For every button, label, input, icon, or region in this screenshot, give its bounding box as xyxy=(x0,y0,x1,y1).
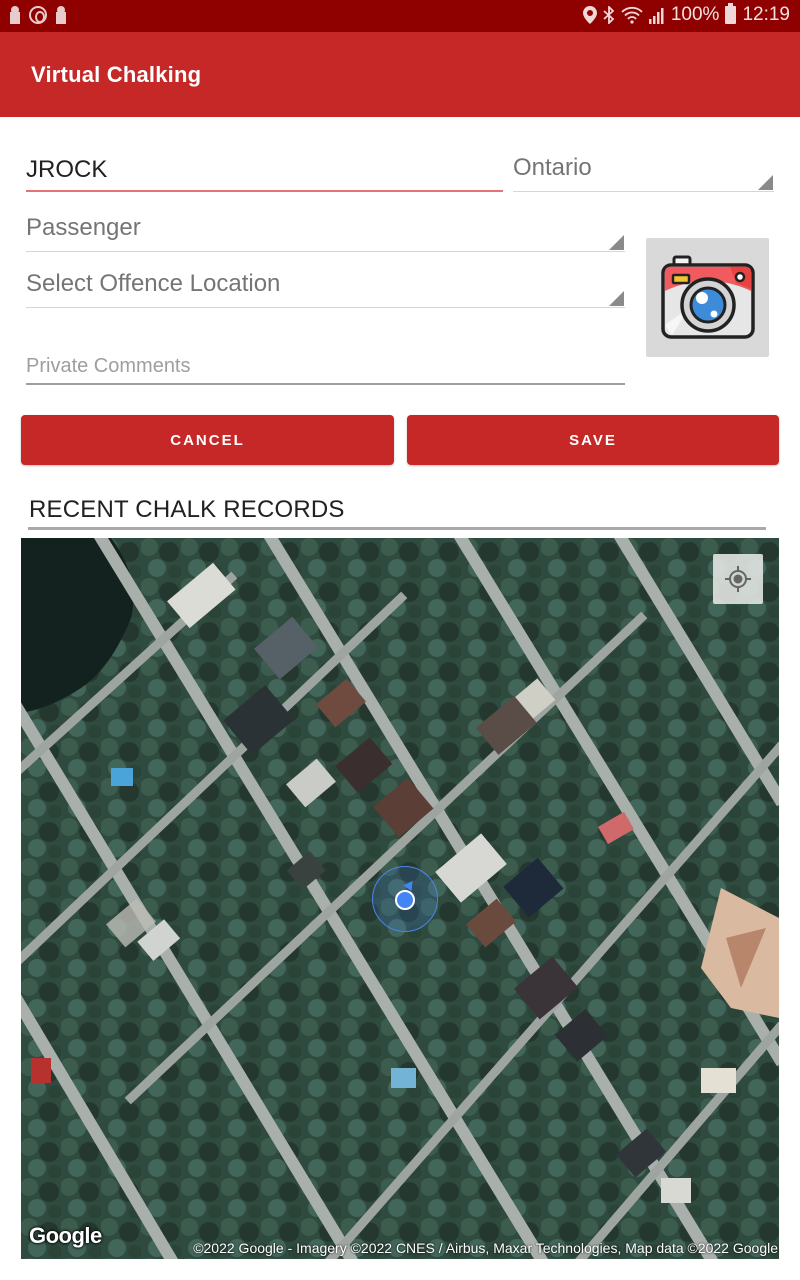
plate-number-underline xyxy=(26,190,503,192)
status-right-icons: 100% 12:19 xyxy=(582,3,790,26)
dropdown-triangle-icon xyxy=(609,235,624,250)
plate-type-dropdown[interactable]: Passenger xyxy=(26,210,625,252)
google-logo: Google xyxy=(29,1223,102,1248)
private-comments-underline xyxy=(26,383,625,385)
private-comments-input[interactable]: Private Comments xyxy=(26,350,625,385)
battery-percent: 100% xyxy=(670,4,720,25)
cancel-button[interactable]: CANCEL xyxy=(21,415,394,465)
offence-location-selected: Select Offence Location xyxy=(26,270,281,297)
camera-icon xyxy=(660,255,755,339)
cell-signal-icon xyxy=(648,8,664,24)
app-title: Virtual Chalking xyxy=(31,62,202,87)
dropdown-triangle-icon xyxy=(609,291,624,306)
status-left-icons xyxy=(10,6,66,24)
recent-chalk-records-title: RECENT CHALK RECORDS xyxy=(29,496,345,523)
clock: 12:19 xyxy=(742,4,790,25)
my-location-dot xyxy=(395,890,415,910)
dropdown-triangle-icon xyxy=(758,175,773,190)
map-attribution[interactable]: ©2022 Google - Imagery ©2022 CNES / Airb… xyxy=(193,1240,778,1256)
camera-button[interactable] xyxy=(646,238,769,357)
province-underline xyxy=(513,191,774,192)
offence-location-underline xyxy=(26,307,625,308)
app-bar: Virtual Chalking xyxy=(0,32,800,117)
bluetooth-icon xyxy=(603,6,615,24)
wifi-icon xyxy=(621,6,643,24)
status-bar: 100% 12:19 xyxy=(0,0,800,32)
satellite-map[interactable]: Google ©2022 Google - Imagery ©2022 CNES… xyxy=(21,538,779,1259)
keyhole-icon xyxy=(10,6,20,24)
province-dropdown[interactable]: Ontario xyxy=(513,150,774,192)
my-location-icon xyxy=(725,566,751,592)
location-pin-icon xyxy=(582,6,597,24)
my-location-button[interactable] xyxy=(713,554,763,604)
plate-type-selected: Passenger xyxy=(26,214,141,241)
battery-icon xyxy=(725,3,737,24)
plate-number-input[interactable]: JROCK xyxy=(26,150,503,192)
private-comments-placeholder: Private Comments xyxy=(26,355,191,377)
province-selected: Ontario xyxy=(513,154,592,181)
keyhole-icon xyxy=(56,6,66,24)
section-divider xyxy=(28,527,766,530)
power-ring-icon xyxy=(29,6,47,24)
plate-type-underline xyxy=(26,251,625,252)
plate-number-value: JROCK xyxy=(26,156,108,183)
save-button[interactable]: SAVE xyxy=(407,415,779,465)
offence-location-dropdown[interactable]: Select Offence Location xyxy=(26,266,625,308)
